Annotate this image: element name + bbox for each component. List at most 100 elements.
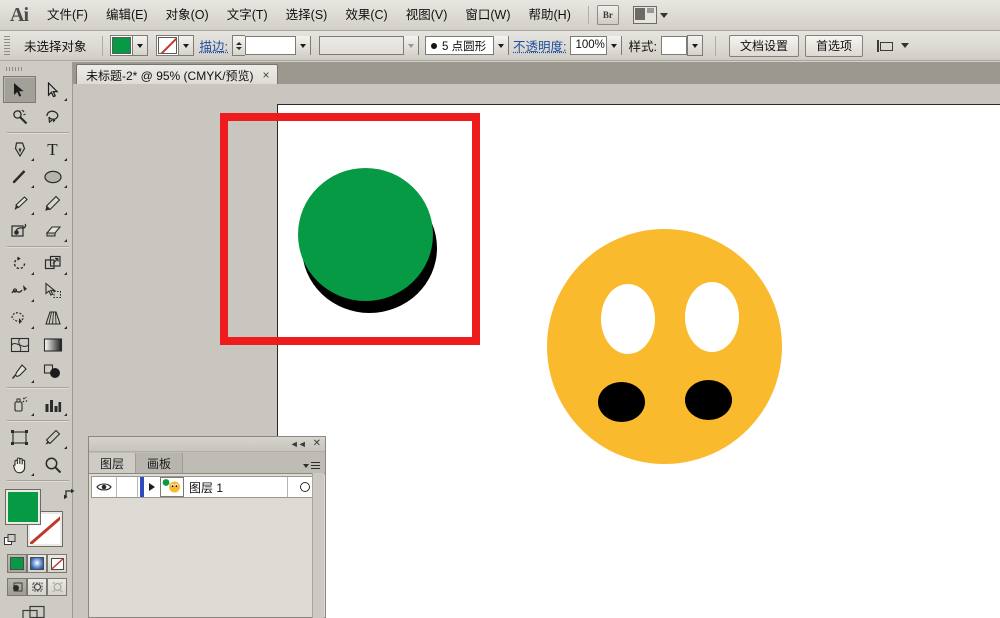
blob-brush-tool[interactable] bbox=[3, 217, 36, 244]
mesh-tool[interactable] bbox=[3, 331, 36, 358]
fill-color-dropdown[interactable] bbox=[131, 36, 147, 55]
selection-rectangle[interactable] bbox=[220, 113, 480, 345]
menu-type[interactable]: 文字(T) bbox=[218, 0, 277, 30]
stroke-style-select[interactable]: 5 点圆形 bbox=[425, 36, 509, 55]
eye-white-right[interactable] bbox=[685, 282, 739, 352]
layer-row[interactable]: 图层 1 bbox=[91, 476, 323, 498]
rotate-tool[interactable] bbox=[3, 250, 36, 277]
stroke-weight-input[interactable] bbox=[245, 36, 311, 55]
artboard-tool[interactable] bbox=[3, 424, 36, 451]
paintbrush-tool[interactable] bbox=[3, 190, 36, 217]
fill-proxy-swatch[interactable] bbox=[5, 489, 41, 525]
brush-definition-select[interactable] bbox=[319, 36, 419, 55]
opacity-label[interactable]: 不透明度: bbox=[513, 36, 566, 55]
brush-definition-dropdown[interactable] bbox=[403, 36, 418, 55]
arrange-documents-button[interactable] bbox=[632, 6, 668, 24]
smiley-face[interactable] bbox=[547, 229, 782, 464]
document-setup-button[interactable]: 文档设置 bbox=[728, 34, 799, 57]
go-to-bridge-button[interactable]: Br bbox=[596, 5, 619, 25]
default-fill-stroke-icon[interactable] bbox=[4, 534, 16, 546]
stroke-weight-stepper[interactable] bbox=[232, 35, 245, 56]
symbol-sprayer-tool[interactable] bbox=[3, 391, 36, 418]
color-mode-button[interactable] bbox=[7, 554, 27, 573]
preferences-button[interactable]: 首选项 bbox=[804, 34, 863, 57]
ellipse-tool[interactable] bbox=[36, 163, 69, 190]
stroke-color-dropdown[interactable] bbox=[177, 36, 193, 55]
eye-white-left[interactable] bbox=[601, 284, 655, 354]
menu-select[interactable]: 选择(S) bbox=[277, 0, 337, 30]
perspective-grid-tool[interactable] bbox=[36, 304, 69, 331]
pen-tool[interactable] bbox=[3, 136, 36, 163]
draw-normal-button[interactable] bbox=[7, 578, 27, 596]
close-icon[interactable]: × bbox=[263, 68, 270, 82]
align-to-icon[interactable] bbox=[877, 38, 895, 54]
eyedropper-tool[interactable] bbox=[3, 358, 36, 385]
control-bar-grip[interactable] bbox=[4, 35, 10, 56]
tab-layers[interactable]: 图层 bbox=[89, 453, 137, 473]
pupil-left[interactable] bbox=[598, 382, 645, 422]
stroke-color-control[interactable] bbox=[155, 35, 194, 56]
lasso-tool[interactable] bbox=[36, 103, 69, 130]
stroke-weight-label[interactable]: 描边: bbox=[200, 36, 228, 55]
chevron-down-icon bbox=[498, 43, 504, 48]
pupil-right[interactable] bbox=[685, 380, 732, 420]
draw-behind-button[interactable] bbox=[27, 578, 47, 596]
zoom-tool[interactable] bbox=[36, 451, 69, 478]
collapse-panel-icon[interactable]: ◄◄ bbox=[290, 439, 307, 449]
layer-visibility-toggle[interactable] bbox=[92, 477, 117, 497]
none-mode-button[interactable] bbox=[47, 554, 67, 573]
menu-file[interactable]: 文件(F) bbox=[38, 0, 97, 30]
fill-color-swatch[interactable] bbox=[111, 37, 131, 54]
magic-wand-tool[interactable] bbox=[3, 103, 36, 130]
layers-list[interactable]: 图层 1 bbox=[89, 474, 325, 617]
menu-help[interactable]: 帮助(H) bbox=[520, 0, 580, 30]
draw-inside-button[interactable] bbox=[47, 578, 67, 596]
menu-window[interactable]: 窗口(W) bbox=[456, 0, 519, 30]
width-tool[interactable] bbox=[3, 277, 36, 304]
menu-object[interactable]: 对象(O) bbox=[157, 0, 218, 30]
chevron-down-icon bbox=[182, 43, 189, 48]
layers-panel-titlebar[interactable]: ◄◄ ✕ bbox=[89, 437, 325, 452]
change-screen-mode-button[interactable] bbox=[22, 605, 48, 618]
panel-menu-button[interactable] bbox=[303, 462, 320, 469]
opacity-input[interactable]: 100% bbox=[570, 36, 623, 55]
gradient-tool[interactable] bbox=[36, 331, 69, 358]
pencil-tool[interactable] bbox=[36, 190, 69, 217]
opacity-dropdown[interactable] bbox=[606, 36, 622, 55]
scale-tool[interactable] bbox=[36, 250, 69, 277]
eraser-tool[interactable] bbox=[36, 217, 69, 244]
tab-artboards[interactable]: 画板 bbox=[136, 453, 184, 473]
fill-color-control[interactable] bbox=[109, 35, 148, 56]
layer-lock-toggle[interactable] bbox=[117, 477, 138, 497]
shape-builder-tool[interactable] bbox=[3, 304, 36, 331]
layer-name[interactable]: 图层 1 bbox=[189, 479, 287, 496]
blend-tool[interactable] bbox=[36, 358, 69, 385]
stroke-color-swatch[interactable] bbox=[157, 37, 177, 54]
stroke-weight-dropdown[interactable] bbox=[295, 36, 310, 55]
swap-fill-stroke-icon[interactable] bbox=[63, 488, 76, 501]
hand-tool[interactable] bbox=[3, 451, 36, 478]
tool-flyout-indicator bbox=[64, 446, 67, 449]
layer-expand-toggle[interactable] bbox=[144, 483, 160, 491]
chevron-down-icon[interactable] bbox=[901, 43, 909, 48]
type-tool[interactable]: T bbox=[36, 136, 69, 163]
gradient-mode-button[interactable] bbox=[27, 554, 47, 573]
layer-thumbnail bbox=[160, 477, 184, 497]
document-tab[interactable]: 未标题-2* @ 95% (CMYK/预览) × bbox=[76, 64, 278, 85]
column-graph-tool[interactable] bbox=[36, 391, 69, 418]
close-icon[interactable]: ✕ bbox=[313, 439, 321, 449]
stroke-style-dropdown[interactable] bbox=[493, 36, 508, 55]
layers-panel-scrollbar[interactable] bbox=[312, 473, 324, 618]
menu-effect[interactable]: 效果(C) bbox=[336, 0, 396, 30]
gradient-mode-icon bbox=[30, 557, 44, 570]
tools-panel-grip[interactable] bbox=[0, 62, 72, 76]
free-transform-tool[interactable] bbox=[36, 277, 69, 304]
graphic-style-select[interactable] bbox=[660, 36, 687, 55]
menu-view[interactable]: 视图(V) bbox=[397, 0, 457, 30]
menu-edit[interactable]: 编辑(E) bbox=[97, 0, 157, 30]
direct-selection-tool[interactable] bbox=[36, 76, 69, 103]
slice-tool[interactable] bbox=[36, 424, 69, 451]
selection-tool[interactable] bbox=[3, 76, 36, 103]
graphic-style-dropdown[interactable] bbox=[686, 35, 703, 56]
line-segment-tool[interactable] bbox=[3, 163, 36, 190]
